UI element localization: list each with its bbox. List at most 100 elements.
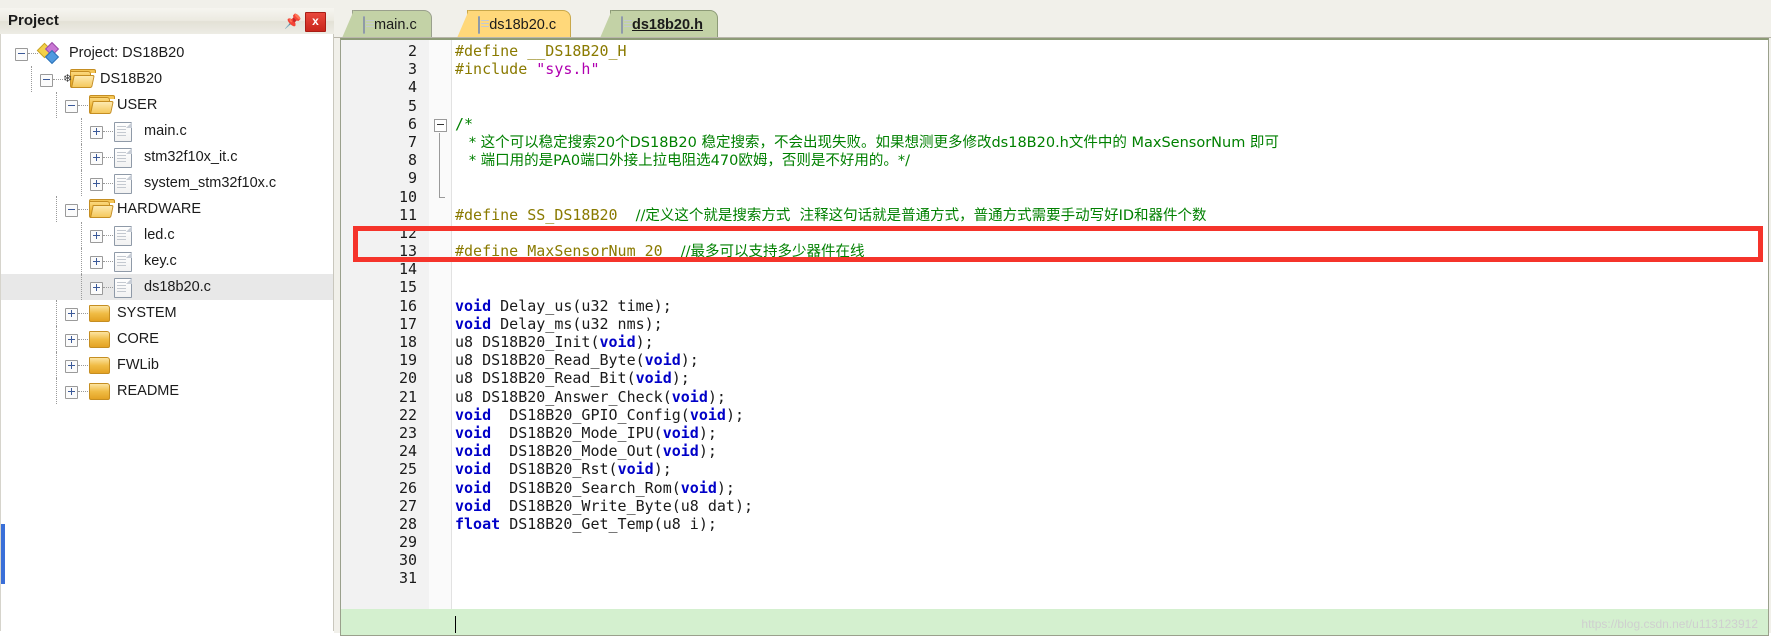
- line-number: 8: [407, 151, 417, 170]
- code-line[interactable]: 26 void DS18B20_Search_Rom(void);: [341, 479, 1768, 497]
- tree-expander-plus-icon[interactable]: [90, 230, 103, 243]
- tree-connector: [78, 209, 88, 211]
- code-line[interactable]: 25 void DS18B20_Rst(void);: [341, 460, 1768, 478]
- code-line[interactable]: 15: [341, 278, 1768, 296]
- tree-item-group-hardware[interactable]: HARDWARE: [1, 196, 333, 222]
- code-token: void: [662, 423, 699, 442]
- tree-expander-minus-icon[interactable]: [40, 74, 53, 87]
- code-line[interactable]: 29: [341, 533, 1768, 551]
- code-line[interactable]: 27 void DS18B20_Write_Byte(u8 dat);: [341, 497, 1768, 515]
- tree-connector: [81, 144, 83, 170]
- tree-item-label: system_stm32f10x.c: [144, 175, 277, 191]
- line-number: 24: [398, 442, 417, 461]
- code-line[interactable]: 7 * 这个可以稳定搜索20个DS18B20 稳定搜索，不会出现失败。如果想测更…: [341, 133, 1768, 151]
- line-number: 2: [407, 42, 417, 60]
- close-icon[interactable]: x: [305, 12, 326, 32]
- panel-scroll-accent: [1, 524, 5, 584]
- code-token: Delay_ms(u32 nms);: [500, 314, 663, 333]
- code-line[interactable]: 10: [341, 188, 1768, 206]
- code-line[interactable]: 3 #include "sys.h": [341, 60, 1768, 78]
- tree-item-group-readme[interactable]: README: [1, 378, 333, 404]
- code-token: void: [635, 369, 672, 388]
- pin-icon[interactable]: 📌: [284, 12, 301, 30]
- line-number: 23: [398, 423, 417, 442]
- code-text: u8 DS18B20_Read_Byte(void);: [455, 351, 699, 369]
- tree-item-label: stm32f10x_it.c: [144, 149, 238, 165]
- code-line[interactable]: 4: [341, 78, 1768, 96]
- tree-connector: [103, 131, 113, 133]
- tree-item-project-root[interactable]: Project: DS18B20: [1, 40, 333, 66]
- tree-expander-minus-icon[interactable]: [65, 204, 78, 217]
- tree-expander-plus-icon[interactable]: [90, 282, 103, 295]
- code-line[interactable]: 14: [341, 260, 1768, 278]
- tree-expander-plus-icon[interactable]: [65, 308, 78, 321]
- tree-connector: [103, 261, 113, 263]
- code-text: void DS18B20_Search_Rom(void);: [455, 479, 735, 497]
- tree-expander-plus-icon[interactable]: [65, 386, 78, 399]
- tab-ds18b20-c[interactable]: ds18b20.c: [457, 10, 572, 38]
- tree-item-file-main-c[interactable]: main.c: [1, 118, 333, 144]
- tree-item-group-user[interactable]: USER: [1, 92, 333, 118]
- code-line[interactable]: 9: [341, 169, 1768, 187]
- code-line[interactable]: 2 #define __DS18B20_H: [341, 42, 1768, 60]
- tree-expander-plus-icon[interactable]: [90, 256, 103, 269]
- code-line[interactable]: 19 u8 DS18B20_Read_Byte(void);: [341, 351, 1768, 369]
- code-editor[interactable]: 2 #define __DS18B20_H 3 #include "sys.h" 4 5 6…: [340, 38, 1769, 636]
- tree-item-group-core[interactable]: CORE: [1, 326, 333, 352]
- text-caret: [455, 616, 456, 633]
- code-line[interactable]: 30: [341, 551, 1768, 569]
- tree-expander-plus-icon[interactable]: [90, 178, 103, 191]
- line-number: 21: [398, 387, 417, 406]
- code-line[interactable]: 6 /*: [341, 115, 1768, 133]
- code-text: float DS18B20_Get_Temp(u8 i);: [455, 515, 717, 533]
- code-token: DS18B20_Search_Rom(: [500, 478, 681, 497]
- folder-closed-icon: [89, 383, 110, 400]
- tree-item-file-ds18b20-c[interactable]: ds18b20.c: [1, 274, 333, 300]
- tree-connector: [78, 365, 88, 367]
- code-token: void: [455, 405, 501, 424]
- folder-open-icon: [89, 199, 115, 218]
- tree-expander-plus-icon[interactable]: [90, 152, 103, 165]
- code-text: * 这个可以稳定搜索20个DS18B20 稳定搜索，不会出现失败。如果想测更多修…: [455, 133, 1279, 152]
- code-token: );: [653, 460, 672, 479]
- code-text: void Delay_ms(u32 nms);: [455, 315, 663, 333]
- tree-expander-minus-icon[interactable]: [65, 100, 78, 113]
- tree-item-target-ds18b20[interactable]: ❄ DS18B20: [1, 66, 333, 92]
- tree-item-file-stm32f10x-it-c[interactable]: stm32f10x_it.c: [1, 144, 333, 170]
- line-number: 30: [398, 551, 417, 570]
- code-line[interactable]: 17 void Delay_ms(u32 nms);: [341, 315, 1768, 333]
- code-line[interactable]: 24 void DS18B20_Mode_Out(void);: [341, 442, 1768, 460]
- code-line[interactable]: 21 u8 DS18B20_Answer_Check(void);: [341, 388, 1768, 406]
- tree-expander-plus-icon[interactable]: [65, 334, 78, 347]
- tree-item-file-led-c[interactable]: led.c: [1, 222, 333, 248]
- tab-ds18b20-h[interactable]: ds18b20.h: [600, 10, 718, 38]
- tree-expander-minus-icon[interactable]: [15, 48, 28, 61]
- code-token: #include: [455, 60, 537, 79]
- tab-main-c[interactable]: main.c: [342, 10, 432, 38]
- tree-expander-plus-icon[interactable]: [65, 360, 78, 373]
- code-line[interactable]: 23 void DS18B20_Mode_IPU(void);: [341, 424, 1768, 442]
- tree-item-file-system-stm32f10x-c[interactable]: system_stm32f10x.c: [1, 170, 333, 196]
- code-line[interactable]: 22 void DS18B20_GPIO_Config(void);: [341, 406, 1768, 424]
- panel-title: Project: [8, 12, 59, 29]
- code-line[interactable]: 16 void Delay_us(u32 time);: [341, 297, 1768, 315]
- tree-expander-plus-icon[interactable]: [90, 126, 103, 139]
- tree-connector: [28, 53, 38, 55]
- code-line[interactable]: 8 * 端口用的是PA0端口外接上拉电阻选470欧姆，否则是不好用的。*/: [341, 151, 1768, 169]
- fold-end: [439, 196, 445, 198]
- code-line[interactable]: 20 u8 DS18B20_Read_Bit(void);: [341, 369, 1768, 387]
- code-line[interactable]: 11 #define SS_DS18B20 //定义这个就是搜索方式 注释这句话就…: [341, 206, 1768, 224]
- tree-item-label: key.c: [144, 253, 177, 269]
- code-line[interactable]: 18 u8 DS18B20_Init(void);: [341, 333, 1768, 351]
- tree-item-file-key-c[interactable]: key.c: [1, 248, 333, 274]
- tree-connector: [56, 92, 58, 118]
- code-line[interactable]: 28 float DS18B20_Get_Temp(u8 i);: [341, 515, 1768, 533]
- tree-item-group-system[interactable]: SYSTEM: [1, 300, 333, 326]
- tree-item-group-fwlib[interactable]: FWLib: [1, 352, 333, 378]
- code-line[interactable]: 5: [341, 97, 1768, 115]
- folder-closed-icon: [89, 331, 110, 348]
- fold-toggle-icon[interactable]: [434, 118, 447, 132]
- code-token: #define SS_DS18B20: [455, 205, 636, 224]
- code-line[interactable]: 31: [341, 569, 1768, 587]
- project-tree[interactable]: Project: DS18B20 ❄ DS18B20 USER main.c stm32f…: [0, 34, 334, 631]
